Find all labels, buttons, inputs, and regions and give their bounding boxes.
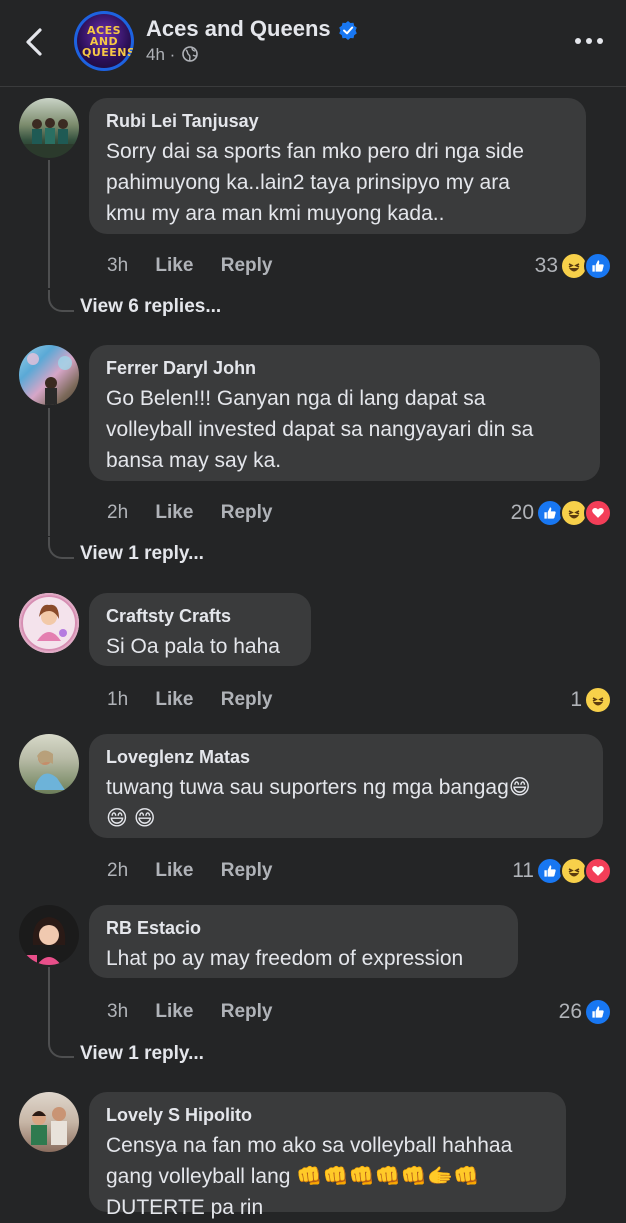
reply-button[interactable]: Reply <box>221 255 273 276</box>
reaction-count: 1 <box>570 688 582 711</box>
avatar-illustration-icon <box>21 595 77 651</box>
comment-time: 1h <box>107 689 129 710</box>
comment-author[interactable]: Loveglenz Matas <box>106 746 586 768</box>
back-icon[interactable] <box>20 24 52 60</box>
more-options-icon[interactable] <box>572 30 606 52</box>
comment-text: Censya na fan mo ako sa volleyball hahha… <box>106 1130 549 1223</box>
comment-time: 3h <box>107 255 129 276</box>
reaction-count: 26 <box>558 1000 582 1023</box>
comment-bubble[interactable]: RB Estacio Lhat po ay may freedom of exp… <box>89 905 518 978</box>
comment-author[interactable]: RB Estacio <box>106 917 501 939</box>
comment-text-line: gang volleyball lang 👊👊👊👊👊🫱👊 <box>106 1165 480 1188</box>
comment-text-line: 😄 😄 <box>106 807 156 830</box>
comment-text: Go Belen!!! Ganyan nga di lang dapat sa … <box>106 383 583 476</box>
comment-text-line: Lhat po ay may freedom of expression <box>106 947 464 970</box>
thread-curve <box>48 290 74 312</box>
avatar[interactable] <box>19 593 79 653</box>
thread-line <box>48 967 50 1036</box>
comment-text-line: volleyball invested dapat sa nangyayari … <box>106 418 534 441</box>
reaction-count: 20 <box>510 501 534 524</box>
reaction-summary[interactable]: 11 <box>512 857 612 885</box>
meta-separator: · <box>169 45 181 64</box>
view-replies-link[interactable]: View 1 reply... <box>80 543 204 565</box>
page-avatar[interactable]: ACES AND QUEENS <box>74 11 134 71</box>
reply-button[interactable]: Reply <box>221 860 273 881</box>
page-logo-text: ACES AND QUEENS <box>82 23 134 59</box>
comment-author[interactable]: Ferrer Daryl John <box>106 357 583 379</box>
comment-text: Si Oa pala to haha <box>106 631 294 662</box>
comment-actions: 2h Like Reply <box>107 860 294 882</box>
comment-text-line: bansa may say ka. <box>106 449 282 472</box>
comment-author[interactable]: Craftsty Crafts <box>106 605 294 627</box>
avatar[interactable] <box>19 98 79 158</box>
comment-text-line: pahimuyong ka..lain2 taya prinsipyo my a… <box>106 171 510 194</box>
post-header: ACES AND QUEENS Aces and Queens 4h · <box>0 0 626 87</box>
comment-actions: 3h Like Reply <box>107 1001 294 1023</box>
comment-text-line: Censya na fan mo ako sa volleyball hahha… <box>106 1134 513 1157</box>
like-button[interactable]: Like <box>155 689 193 710</box>
reaction-count: 11 <box>512 859 534 882</box>
like-reaction-icon <box>584 252 612 280</box>
comment-time: 3h <box>107 1001 129 1022</box>
page-title[interactable]: Aces and Queens <box>146 16 331 42</box>
comment-time: 2h <box>107 502 129 523</box>
avatar[interactable] <box>19 734 79 794</box>
thread-curve <box>48 1036 74 1058</box>
comment-text-line: kmu my ara man kmi muyong kada.. <box>106 202 445 225</box>
comment-text-line: Go Belen!!! Ganyan nga di lang dapat sa <box>106 387 486 410</box>
avatar-photo-icon <box>19 118 79 158</box>
comment-text: Lhat po ay may freedom of expression <box>106 943 501 974</box>
comment-actions: 1h Like Reply <box>107 689 294 711</box>
view-replies-link[interactable]: View 6 replies... <box>80 296 221 318</box>
globe-icon <box>182 46 198 62</box>
comment-text-line: DUTERTE pa rin <box>106 1196 264 1219</box>
verified-badge-icon <box>339 21 357 40</box>
like-button[interactable]: Like <box>155 502 193 523</box>
comment-text: tuwang tuwa sau suporters ng mga bangag😄… <box>106 772 586 834</box>
comment-text-line: Sorry dai sa sports fan mko pero dri nga… <box>106 140 524 163</box>
love-reaction-icon <box>584 857 612 885</box>
comment-text: Sorry dai sa sports fan mko pero dri nga… <box>106 136 569 229</box>
like-button[interactable]: Like <box>155 255 193 276</box>
love-reaction-icon <box>584 499 612 527</box>
thread-line <box>48 408 50 536</box>
comment-actions: 3h Like Reply <box>107 255 294 277</box>
comment-actions: 2h Like Reply <box>107 502 294 524</box>
comment-bubble[interactable]: Ferrer Daryl John Go Belen!!! Ganyan nga… <box>89 345 600 481</box>
reaction-summary[interactable]: 33 <box>535 252 612 280</box>
avatar[interactable] <box>19 905 79 965</box>
post-meta: 4h · <box>146 45 198 65</box>
avatar[interactable] <box>19 1092 79 1152</box>
reaction-count: 33 <box>534 254 558 277</box>
reply-button[interactable]: Reply <box>221 689 273 710</box>
reply-button[interactable]: Reply <box>221 502 273 523</box>
view-replies-link[interactable]: View 1 reply... <box>80 1043 204 1065</box>
avatar-photo-icon <box>27 353 72 405</box>
comment-time: 2h <box>107 860 129 881</box>
avatar-illustration-icon <box>23 917 66 965</box>
comment-text-line: Si Oa pala to haha <box>106 635 280 658</box>
like-button[interactable]: Like <box>155 860 193 881</box>
reaction-summary[interactable]: 20 <box>511 499 612 527</box>
haha-reaction-icon <box>584 686 612 714</box>
thread-curve <box>48 537 74 559</box>
reaction-summary[interactable]: 1 <box>570 686 612 714</box>
avatar-photo-icon <box>35 750 65 790</box>
comment-bubble[interactable]: Loveglenz Matas tuwang tuwa sau suporter… <box>89 734 603 838</box>
like-reaction-icon <box>584 998 612 1026</box>
comment-text-line: tuwang tuwa sau suporters ng mga bangag😄 <box>106 776 531 799</box>
comment-bubble[interactable]: Rubi Lei Tanjusay Sorry dai sa sports fa… <box>89 98 586 234</box>
post-time: 4h <box>146 45 165 64</box>
avatar-photo-icon <box>31 1107 67 1145</box>
reply-button[interactable]: Reply <box>221 1001 273 1022</box>
comment-bubble[interactable]: Lovely S Hipolito Censya na fan mo ako s… <box>89 1092 566 1219</box>
comment-author[interactable]: Lovely S Hipolito <box>106 1104 549 1126</box>
like-button[interactable]: Like <box>155 1001 193 1022</box>
avatar[interactable] <box>19 345 79 405</box>
comment-author[interactable]: Rubi Lei Tanjusay <box>106 110 569 132</box>
thread-line <box>48 160 50 288</box>
reaction-summary[interactable]: 26 <box>559 998 612 1026</box>
comment-bubble[interactable]: Craftsty Crafts Si Oa pala to haha <box>89 593 311 666</box>
